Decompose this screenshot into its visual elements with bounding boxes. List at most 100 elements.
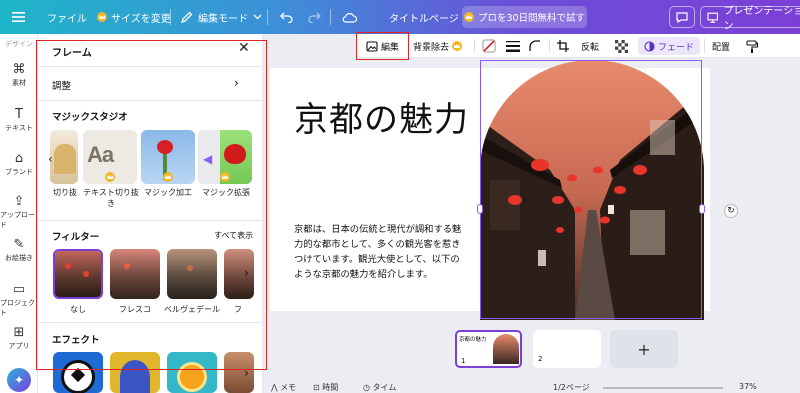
divider (549, 39, 550, 53)
trial-label: プロを30日間無料で試す (477, 13, 586, 24)
redo-icon[interactable] (308, 0, 321, 34)
rail-item-projects[interactable]: ▭ プロジェクト (0, 282, 38, 318)
present-button[interactable]: プレゼンテーション (700, 6, 800, 32)
undo-icon[interactable] (280, 0, 293, 34)
page-number: 2 (538, 355, 543, 363)
transparency-icon[interactable] (615, 34, 628, 58)
filter-label: ベルヴェデール (164, 305, 220, 314)
divider (704, 39, 705, 53)
zoom-slider[interactable] (603, 387, 723, 389)
rail-item-brand[interactable]: ⌂ ブランド (0, 151, 38, 177)
divider (170, 9, 171, 25)
apps-icon: ⊞ (13, 325, 25, 340)
divider (474, 39, 475, 53)
magic-assistant-icon[interactable]: ✦ (7, 368, 31, 392)
filter-fresco[interactable] (110, 249, 160, 299)
slide-body-text[interactable]: 京都は、日本の伝統と現代が調和する魅力的な都市として、多くの観光客を惹きつけてい… (294, 222, 462, 282)
resize-handle-right[interactable] (699, 204, 705, 214)
top-bar: ファイル サイズを変更 編集モード タイトルページ プロを30日間無料で試す プ… (0, 0, 800, 34)
chevron-down-icon (253, 14, 262, 20)
magic-label: テキスト切り抜き (83, 188, 139, 208)
edit-mode-dropdown[interactable]: 編集モード (181, 0, 262, 34)
chevron-right-icon: › (234, 76, 239, 90)
cloud-save-icon[interactable] (342, 0, 357, 34)
bg-remove-button[interactable]: 背景除去 (413, 34, 463, 58)
text-icon: T (15, 107, 23, 122)
add-page-button[interactable]: + (610, 330, 678, 368)
comment-icon[interactable] (669, 6, 695, 28)
crown-icon (105, 172, 115, 182)
rail-design[interactable]: デザイン (0, 39, 38, 49)
present-icon (707, 12, 719, 23)
panel-title: フレーム (52, 48, 92, 59)
effect-tile[interactable] (110, 352, 160, 393)
rotate-icon[interactable]: ↻ (724, 204, 738, 218)
magic-label: マジック拡張 (202, 188, 250, 197)
effect-tile[interactable] (167, 352, 217, 393)
crown-icon (220, 172, 230, 182)
left-rail: デザイン ⌘ 素材 T テキスト ⌂ ブランド ⇪ アップロード ✎ お絵描き … (0, 34, 38, 393)
carousel-right-icon[interactable]: › (244, 366, 249, 380)
carousel-right-icon[interactable]: › (244, 266, 249, 280)
page-thumb-1[interactable]: 京都の魅力 1 (455, 330, 522, 368)
no-color-icon[interactable] (482, 34, 496, 58)
carousel-left-icon[interactable]: ‹ (48, 152, 53, 166)
border-style-icon[interactable] (506, 34, 520, 58)
edit-image-button[interactable]: 編集 (366, 34, 399, 58)
filter-none[interactable] (53, 249, 103, 299)
corner-radius-icon[interactable] (529, 34, 541, 58)
magic-label: 切り抜 (53, 188, 77, 197)
page-thumb-title: 京都の魅力 (459, 337, 487, 343)
rail-item-apps[interactable]: ⊞ アプリ (0, 325, 38, 351)
magic-studio-heading: マジックスタジオ (52, 112, 128, 123)
effect-tile[interactable] (224, 352, 254, 393)
notes-button[interactable]: ⋀ メモ (271, 382, 296, 393)
filter-belvedere[interactable] (167, 249, 217, 299)
magic-tile-magic-edit[interactable] (141, 130, 195, 184)
rail-item-uploads[interactable]: ⇪ アップロード (0, 194, 38, 230)
close-icon[interactable]: ✕ (238, 40, 250, 56)
divider (330, 9, 331, 25)
filter-next[interactable] (224, 249, 254, 299)
rail-label: アップロード (0, 211, 35, 229)
file-menu[interactable]: ファイル (47, 0, 87, 34)
show-all-link[interactable]: すべて表示 (214, 230, 253, 241)
notes-label: メモ (280, 383, 297, 392)
zoom-level[interactable]: 37% (739, 382, 757, 391)
paint-format-icon[interactable] (746, 34, 758, 58)
document-title[interactable]: タイトルページ (389, 0, 459, 34)
effects-heading: エフェクト (52, 335, 100, 346)
effect-tile[interactable] (53, 352, 103, 393)
folder-icon: ▭ (12, 282, 26, 297)
duration-button[interactable]: ◷ タイム (363, 382, 396, 393)
magic-tile-expand[interactable]: ◀ (198, 130, 252, 184)
rail-item-text[interactable]: T テキスト (0, 107, 38, 133)
magic-tile-cutout[interactable] (50, 130, 78, 184)
trial-button[interactable]: プロを30日間無料で試す (462, 6, 587, 28)
adjust-label: 調整 (52, 81, 72, 92)
divider (38, 66, 262, 67)
brand-icon: ⌂ (14, 151, 24, 166)
page-number: 1 (461, 357, 466, 365)
page-count: 1/2ページ (553, 383, 590, 392)
flip-button[interactable]: 反転 (581, 34, 599, 58)
resize-handle-left[interactable] (477, 204, 483, 214)
arrange-button[interactable]: 配置 (712, 34, 730, 58)
rail-item-draw[interactable]: ✎ お絵描き (0, 237, 38, 263)
resize-button[interactable]: サイズを変更 (97, 0, 171, 34)
magic-tile-text-cutout[interactable]: Aa (83, 130, 137, 184)
fade-button[interactable]: フェード (638, 37, 701, 55)
rail-label: テキスト (5, 124, 33, 132)
timer-button[interactable]: ⊡ 時間 (313, 382, 338, 393)
edit-mode-label: 編集モード (198, 13, 248, 25)
crown-icon (163, 172, 173, 182)
adjust-row[interactable]: 調整 › (38, 70, 262, 96)
page-thumb-2[interactable]: 2 (533, 330, 601, 368)
menu-icon[interactable] (12, 0, 25, 34)
crop-icon[interactable] (557, 34, 569, 58)
crown-icon (463, 12, 474, 22)
rail-item-elements[interactable]: ⌘ 素材 (0, 62, 38, 88)
slide-title[interactable]: 京都の魅力 (294, 92, 469, 141)
timer-label: 時間 (322, 383, 339, 392)
fade-label: フェード (658, 42, 695, 53)
